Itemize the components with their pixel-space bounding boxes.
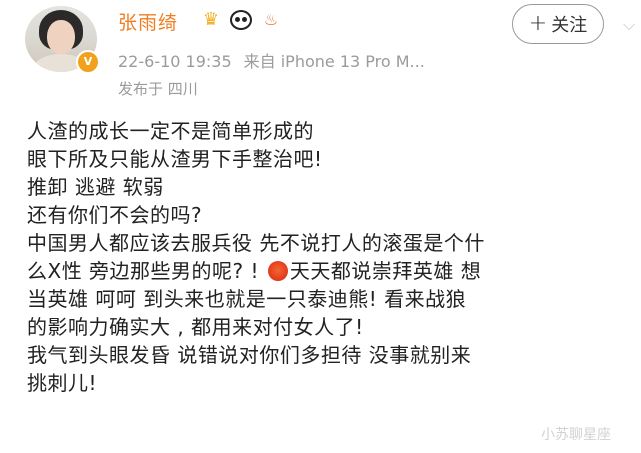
content-line: 当英雄 呵呵 到头来也就是一只泰迪熊! 看来战狼 — [27, 287, 467, 311]
vip-crown-icon: ♛ — [202, 9, 220, 30]
follow-button[interactable]: + 关注 — [512, 4, 604, 44]
weibo-post-card: V 张雨绮 ♛ ♨ 22-6-10 19:35 来自 iPhone 13 Pro … — [0, 0, 641, 453]
post-header: V 张雨绮 ♛ ♨ 22-6-10 19:35 来自 iPhone 13 Pro … — [0, 0, 641, 100]
verified-badge-icon: V — [76, 50, 100, 74]
content-line: 眼下所及只能从渣男下手整治吧! — [27, 147, 323, 171]
torch-icon: ♨ — [263, 10, 279, 29]
content-line: 人渣的成长一定不是简单形成的 — [27, 119, 314, 143]
panda-icon — [230, 10, 252, 30]
plus-icon: + — [528, 11, 548, 36]
username[interactable]: 张雨绮 — [118, 8, 178, 35]
avatar-face — [47, 20, 75, 54]
content-line: 的影响力确实大 , 都用来对付女人了! — [27, 315, 364, 339]
content-line: 中国男人都应该去服兵役 先不说打人的滚蛋是个什 — [27, 231, 485, 255]
more-icon[interactable]: ⌵ — [623, 14, 637, 36]
content-line-with-emoji: 么X性 旁边那些男的呢? ! 天天都说崇拜英雄 想 — [27, 257, 627, 285]
post-location: 发布于 四川 — [118, 80, 198, 98]
post-source: 来自 iPhone 13 Pro M... — [243, 52, 425, 71]
watermark: 小苏聊星座 — [541, 427, 611, 443]
content-segment: 天天都说崇拜英雄 想 — [289, 259, 482, 283]
post-content: 人渣的成长一定不是简单形成的 眼下所及只能从渣男下手整治吧! 推卸 逃避 软弱 … — [27, 117, 627, 397]
follow-button-label: 关注 — [551, 15, 588, 36]
angry-emoji-icon — [267, 261, 288, 281]
content-line: 推卸 逃避 软弱 — [27, 175, 164, 199]
post-meta: 22-6-10 19:35 来自 iPhone 13 Pro M... — [118, 48, 425, 72]
content-line: 我气到头眼发昏 说错说对你们多担待 没事就别来 — [27, 343, 472, 367]
content-line: 挑刺儿! — [27, 371, 98, 395]
content-segment: 么X性 旁边那些男的呢? ! — [27, 259, 260, 283]
content-line: 还有你们不会的吗? — [27, 203, 203, 227]
post-timestamp: 22-6-10 19:35 — [118, 52, 232, 71]
